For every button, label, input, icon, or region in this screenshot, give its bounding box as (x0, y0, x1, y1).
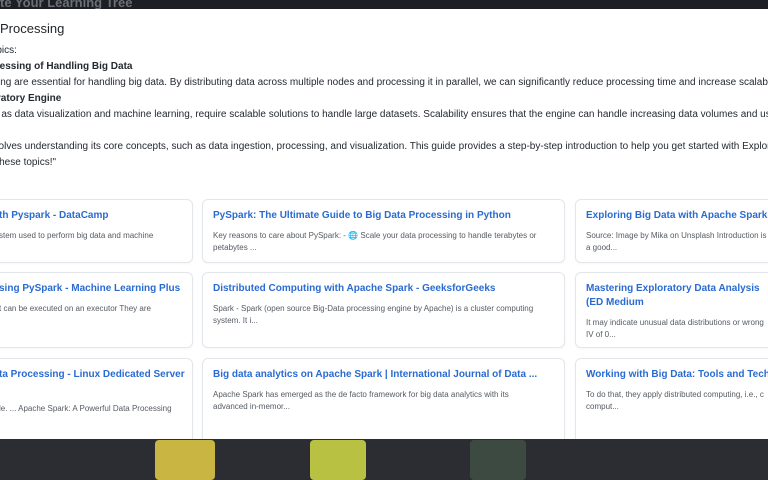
body-heading: loratory Engine (0, 93, 62, 104)
result-snippet: To do that, they apply distributed compu… (586, 390, 764, 411)
result-title-link[interactable]: ta Processing - Linux Dedicated Server (0, 368, 185, 382)
body-line: ssing are essential for handling big dat… (0, 77, 768, 88)
result-title-link[interactable]: Distributed Computing with Apache Spark … (213, 282, 556, 296)
result-title-link[interactable]: Working with Big Data: Tools and Techni (586, 368, 768, 382)
search-result-card[interactable]: PySpark: The Ultimate Guide to Big Data … (202, 199, 565, 263)
background-tile (310, 440, 366, 480)
processing-modal: Processing topics: ocessing of Handling … (0, 9, 768, 439)
body-line: n these topics!" (0, 157, 57, 168)
result-snippet: Spark - Spark (open source Big-Data proc… (213, 304, 534, 325)
result-title-link[interactable]: Mastering Exploratory Data Analysis (ED … (586, 282, 768, 310)
result-title-link[interactable]: sing PySpark - Machine Learning Plus (0, 282, 184, 296)
body-line: ch as data visualization and machine lea… (0, 109, 768, 120)
search-result-card[interactable]: ta Processing - Linux Dedicated Server l… (0, 358, 193, 439)
body-line: nvolves understanding its core concepts,… (0, 141, 768, 152)
result-title-link[interactable]: th Pyspark - DataCamp (0, 209, 184, 223)
background-tile (155, 440, 215, 480)
result-snippet: t can be executed on an executor They ar… (0, 304, 151, 313)
search-result-card[interactable]: th Pyspark - DataCamp stem used to perfo… (0, 199, 193, 263)
result-snippet: le. ... Apache Spark: A Powerful Data Pr… (0, 404, 172, 413)
search-result-card[interactable]: Mastering Exploratory Data Analysis (ED … (575, 272, 768, 348)
search-result-card[interactable]: Big data analytics on Apache Spark | Int… (202, 358, 565, 439)
result-snippet: Key reasons to care about PySpark: - 🌐 S… (213, 231, 537, 252)
result-snippet: stem used to perform big data and machin… (0, 231, 154, 240)
result-title-link[interactable]: PySpark: The Ultimate Guide to Big Data … (213, 209, 556, 223)
modal-title: Processing (0, 21, 65, 36)
result-snippet: It may indicate unusual data distributio… (586, 318, 764, 339)
search-result-card[interactable]: Working with Big Data: Tools and Techni … (575, 358, 768, 439)
background-tile (470, 440, 526, 480)
result-title-link[interactable]: Big data analytics on Apache Spark | Int… (213, 368, 556, 382)
modal-body-text: topics: ocessing of Handling Big Data ss… (0, 43, 768, 171)
body-line: topics: (0, 45, 17, 56)
body-heading: ne (0, 123, 768, 139)
body-heading: ocessing of Handling Big Data (0, 61, 133, 72)
search-result-card[interactable]: sing PySpark - Machine Learning Plus t c… (0, 272, 193, 348)
search-result-card[interactable]: Distributed Computing with Apache Spark … (202, 272, 565, 348)
background-tiles-strip (0, 440, 768, 480)
result-snippet: Source: Image by Mika on Unsplash Introd… (586, 231, 767, 252)
search-result-card[interactable]: Exploring Big Data with Apache Spark: I … (575, 199, 768, 263)
result-title-link[interactable]: Exploring Big Data with Apache Spark: I (586, 209, 768, 223)
result-snippet: Apache Spark has emerged as the de facto… (213, 390, 509, 411)
